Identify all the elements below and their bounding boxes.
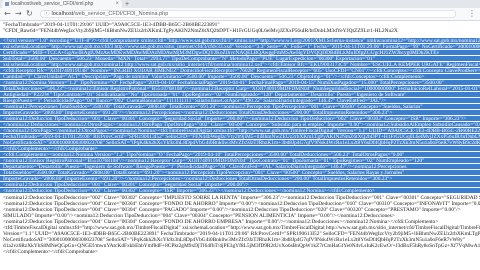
page-content: "FechaTimbrado="2019-04-11T01:29:06" UUI… <box>0 21 480 270</box>
forward-icon[interactable]: → <box>15 8 22 20</box>
back-icon[interactable]: ← <box>4 8 11 20</box>
info-icon: ⓘ <box>44 11 50 17</box>
address-bar[interactable]: ⓘ localhost/web_service_CFDI/CFDI_Nomina.… <box>40 10 456 18</box>
tab-title: localhost/web_service_CFDI/xml.php <box>11 1 94 7</box>
xml-line: "CFDI_Raw64="FEN44bWegIzcVty2b9jiM5+lliB… <box>3 28 398 34</box>
selected-xml-line: <nomina12:Deduccion TipoDeduccion="002" … <box>3 188 375 194</box>
browser-tab[interactable]: localhost/web_service_CFDI/xml.php × <box>2 0 122 8</box>
new-tab-icon[interactable]: + <box>125 1 129 8</box>
url-path: /web_service_CFDI/CFDI_Nomina.php <box>73 11 169 17</box>
xml-line: </cfdi:Complemento></cfdi:Comprobante> <box>3 249 98 255</box>
url-host: localhost <box>51 11 74 17</box>
menu-icon[interactable]: ⋮ <box>468 8 476 20</box>
toolbar: ← → ↻ ⓘ localhost/web_service_CFDI/CFDI_N… <box>0 8 480 21</box>
tab-strip: localhost/web_service_CFDI/xml.php × + <box>0 0 480 8</box>
reload-icon[interactable]: ↻ <box>26 8 33 20</box>
favicon-icon <box>5 1 9 6</box>
close-tab-icon[interactable]: × <box>115 0 119 8</box>
